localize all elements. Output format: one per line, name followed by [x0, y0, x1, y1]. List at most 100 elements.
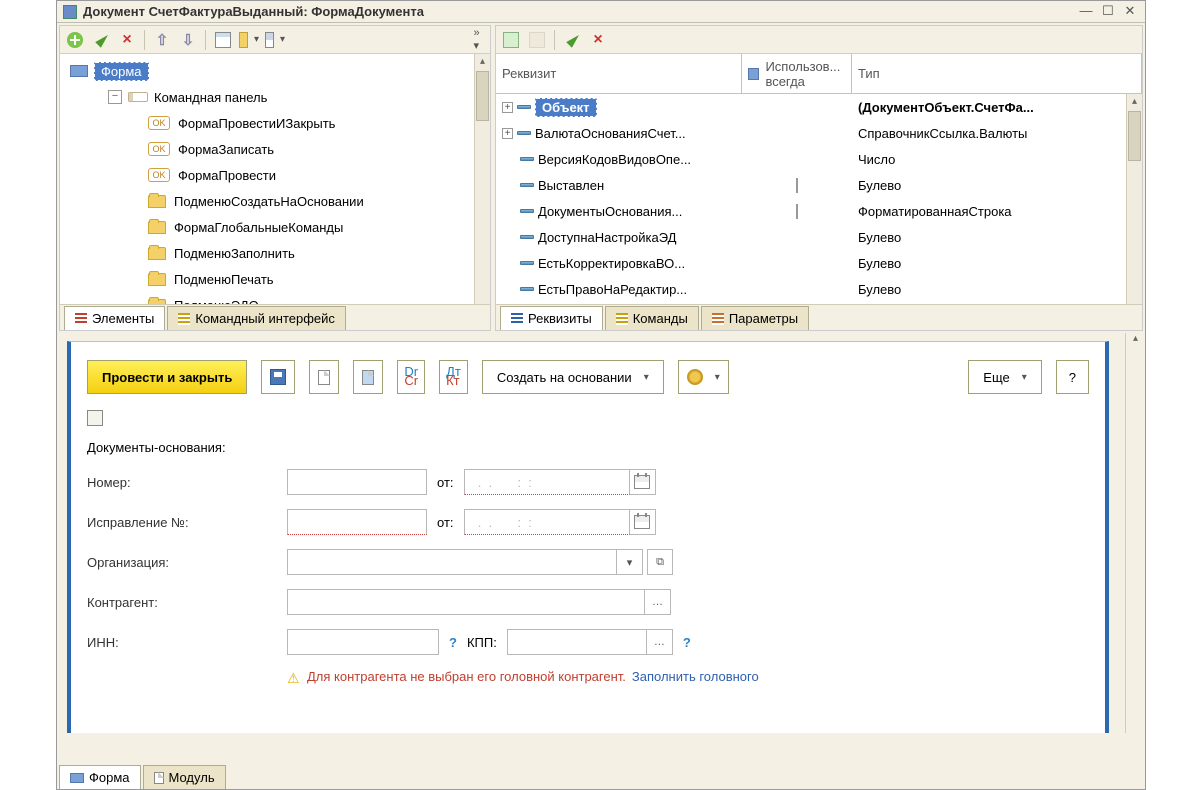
save-button[interactable] [261, 360, 295, 394]
tab-parameters[interactable]: Параметры [701, 306, 809, 330]
form-node-icon [70, 65, 88, 77]
attr-row[interactable]: ДокументыОснования... ФорматированнаяСтр… [496, 198, 1142, 224]
list-button[interactable] [353, 360, 383, 394]
attr-row[interactable]: Выставлен Булево [496, 172, 1142, 198]
save-icon [270, 369, 286, 385]
number-input[interactable] [287, 469, 427, 495]
col-attribute[interactable]: Реквизит [496, 54, 742, 93]
arrow-down-icon: ⇩ [182, 31, 195, 49]
col-use-always[interactable]: Использов... всегда [742, 54, 852, 93]
layout-dropdown[interactable] [264, 29, 286, 51]
attr-row[interactable]: +Объект (ДокументОбъект.СчетФа... [496, 94, 1142, 120]
col-type[interactable]: Тип [852, 54, 1142, 93]
scrollbar[interactable]: ▴ [474, 54, 490, 304]
org-input[interactable] [287, 549, 617, 575]
attr-type: Булево [852, 256, 1102, 271]
tree-label: ПодменюЗаполнить [174, 246, 295, 261]
delete-button[interactable]: × [116, 29, 138, 51]
add-attr-button[interactable] [500, 29, 522, 51]
checkbox[interactable] [796, 178, 798, 193]
contractor-select-button[interactable]: … [645, 589, 671, 615]
copy-attr-button [526, 29, 548, 51]
tab-cmdinterface[interactable]: Командный интерфейс [167, 306, 346, 330]
expand-toolbar-button[interactable]: »▾ [464, 29, 486, 51]
org-dropdown-button[interactable]: ▾ [617, 549, 643, 575]
expand-button[interactable]: + [502, 102, 513, 113]
date-from-input[interactable] [464, 469, 630, 495]
tree-node[interactable]: OKФормаПровести [62, 162, 488, 188]
tab-attributes[interactable]: Реквизиты [500, 306, 603, 330]
attr-icon [520, 261, 534, 265]
help-button[interactable]: ? [1056, 360, 1089, 394]
contractor-row: Контрагент: … [87, 589, 1089, 615]
delete-attr-button[interactable]: × [587, 29, 609, 51]
post-and-close-button[interactable]: Провести и закрыть [87, 360, 247, 394]
tab-form-view[interactable]: Форма [59, 765, 141, 789]
tree-node[interactable]: ПодменюЭДО [62, 292, 488, 304]
attributes-grid[interactable]: +Объект (ДокументОбъект.СчетФа... +Валют… [496, 94, 1142, 304]
button-label: ? [1069, 370, 1076, 385]
edit-button[interactable] [90, 29, 112, 51]
form-icon [63, 5, 77, 19]
inn-input[interactable] [287, 629, 439, 655]
tree-node-form[interactable]: Форма [62, 58, 488, 84]
correction-input[interactable] [287, 509, 427, 535]
attr-row[interactable]: +ВалютаОснованияСчет... СправочникСсылка… [496, 120, 1142, 146]
close-button[interactable]: ✕ [1121, 4, 1139, 20]
attr-icon [520, 183, 534, 187]
correction-date-input[interactable] [464, 509, 630, 535]
fill-parent-link[interactable]: Заполнить головного [632, 669, 759, 684]
settings-button[interactable] [678, 360, 729, 394]
view-dropdown[interactable] [238, 29, 260, 51]
expand-button[interactable]: + [502, 128, 513, 139]
add-button[interactable] [64, 29, 86, 51]
main-checkbox[interactable] [87, 410, 103, 426]
org-open-button[interactable]: ⧉ [647, 549, 673, 575]
edit-attr-button[interactable] [561, 29, 583, 51]
more-button[interactable]: Еще [968, 360, 1041, 394]
tree-node[interactable]: ПодменюЗаполнить [62, 240, 488, 266]
elements-tree[interactable]: Форма − Командная панель OKФормаПровести… [60, 54, 490, 304]
tree-node[interactable]: OKФормаПровестиИЗакрыть [62, 110, 488, 136]
preview-area: Провести и закрыть DrCr ДтКт Создать на … [57, 333, 1145, 733]
calendar-button[interactable] [630, 469, 656, 495]
preview-scrollbar[interactable]: ▴ [1125, 333, 1145, 733]
scrollbar[interactable]: ▴ [1126, 94, 1142, 304]
attr-row[interactable]: ДоступнаНастройкаЭД Булево [496, 224, 1142, 250]
contractor-input[interactable] [287, 589, 645, 615]
tree-node-cmdpanel[interactable]: − Командная панель [62, 84, 488, 110]
tree-node[interactable]: OKФормаЗаписать [62, 136, 488, 162]
collapse-button[interactable]: − [108, 90, 122, 104]
warning-row: Для контрагента не выбран его головной к… [87, 669, 1089, 684]
tab-elements[interactable]: Элементы [64, 306, 165, 330]
kpp-help[interactable]: ? [683, 635, 691, 650]
attr-row[interactable]: ЕстьКорректировкаВО... Булево [496, 250, 1142, 276]
attr-name: ДоступнаНастройкаЭД [538, 230, 676, 245]
elements-pane: × ⇧ ⇩ »▾ Форма − [59, 25, 491, 331]
kpp-input[interactable] [507, 629, 647, 655]
tab-module-view[interactable]: Модуль [143, 765, 226, 789]
table-button[interactable] [212, 29, 234, 51]
tree-node[interactable]: ПодменюПечать [62, 266, 488, 292]
dtkt-button[interactable]: ДтКт [439, 360, 468, 394]
checkbox[interactable] [796, 204, 798, 219]
maximize-button[interactable]: ☐ [1099, 4, 1117, 20]
minimize-button[interactable]: — [1077, 4, 1095, 20]
tree-node[interactable]: ПодменюСоздатьНаОсновании [62, 188, 488, 214]
tab-commands[interactable]: Команды [605, 306, 699, 330]
post-button[interactable] [309, 360, 339, 394]
copy-icon [529, 32, 545, 48]
create-based-on-button[interactable]: Создать на основании [482, 360, 664, 394]
ok-icon: OK [148, 142, 170, 156]
kpp-select-button[interactable]: … [647, 629, 673, 655]
inn-help[interactable]: ? [449, 635, 457, 650]
move-up-button[interactable]: ⇧ [151, 29, 173, 51]
attr-row[interactable]: ЕстьПравоНаРедактир... Булево [496, 276, 1142, 302]
attr-row[interactable]: ВерсияКодовВидовОпе... Число [496, 146, 1142, 172]
drcr-button[interactable]: DrCr [397, 360, 425, 394]
calendar-button[interactable] [630, 509, 656, 535]
tree-node[interactable]: ФормаГлобальныеКоманды [62, 214, 488, 240]
tab-label: Параметры [729, 311, 798, 326]
tree-label: Командная панель [154, 90, 267, 105]
move-down-button[interactable]: ⇩ [177, 29, 199, 51]
